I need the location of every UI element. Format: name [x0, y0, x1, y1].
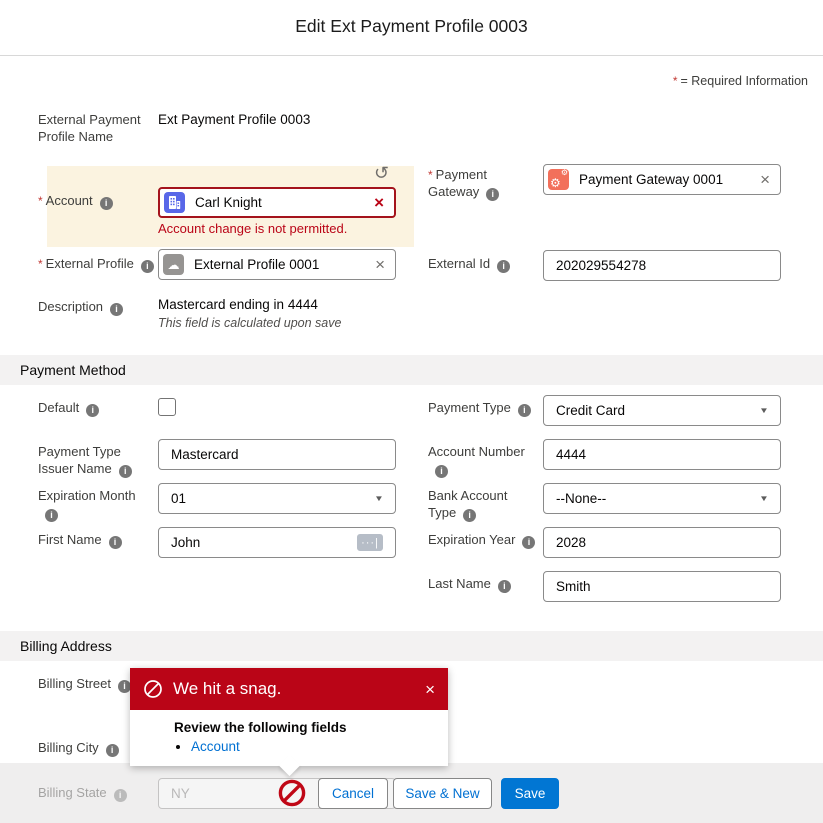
- header-divider: [0, 55, 823, 56]
- error-popover-title: We hit a snag.: [173, 679, 281, 699]
- expiration-month-select[interactable]: 01 ▼: [158, 483, 396, 514]
- undo-icon[interactable]: ↺: [374, 164, 389, 182]
- prohibited-icon: [143, 679, 163, 699]
- last-name-input[interactable]: Smith: [543, 571, 781, 602]
- info-icon[interactable]: i: [435, 465, 448, 478]
- default-label: Defaulti: [38, 400, 156, 417]
- bank-account-type-select[interactable]: --None-- ▼: [543, 483, 781, 514]
- external-profile-pill[interactable]: ☁ External Profile 0001 ×: [158, 249, 396, 280]
- description-label: Descriptioni: [38, 299, 156, 316]
- info-icon[interactable]: i: [486, 188, 499, 201]
- autofill-icon[interactable]: ···|: [357, 534, 383, 551]
- error-field-list: Account: [174, 739, 432, 754]
- edit-payment-profile-modal: Edit Ext Payment Profile 0003 *= Require…: [0, 0, 823, 823]
- issuer-name-input[interactable]: Mastercard: [158, 439, 396, 470]
- info-icon[interactable]: i: [106, 744, 119, 757]
- info-icon[interactable]: i: [497, 260, 510, 273]
- required-star: *: [673, 74, 678, 88]
- description-note: This field is calculated upon save: [158, 316, 341, 330]
- info-icon[interactable]: i: [109, 536, 122, 549]
- page-title: Edit Ext Payment Profile 0003: [0, 16, 823, 37]
- billing-state-label: Billing Statei: [38, 785, 156, 802]
- error-field-link[interactable]: Account: [191, 739, 240, 754]
- external-id-input[interactable]: 202029554278: [543, 250, 781, 281]
- info-icon[interactable]: i: [100, 197, 113, 210]
- section-payment-method: Payment Method: [0, 355, 823, 385]
- info-icon[interactable]: i: [86, 404, 99, 417]
- first-name-input[interactable]: John ···|: [158, 527, 396, 558]
- info-icon: i: [114, 789, 127, 802]
- chevron-down-icon: ▼: [759, 494, 769, 503]
- payment-type-select[interactable]: Credit Card ▼: [543, 395, 781, 426]
- not-allowed-cursor-icon: [277, 778, 307, 813]
- chevron-down-icon: ▼: [759, 406, 769, 415]
- info-icon[interactable]: i: [518, 404, 531, 417]
- external-profile-icon: ☁: [163, 254, 184, 275]
- payment-gateway-pill-label: Payment Gateway 0001: [579, 172, 760, 187]
- account-number-input[interactable]: 4444: [543, 439, 781, 470]
- account-label: *Accounti: [38, 193, 156, 210]
- name-label: External Payment Profile Name: [38, 112, 144, 146]
- payment-gateway-icon: ⚙ ⚙: [548, 169, 569, 190]
- info-icon[interactable]: i: [119, 465, 132, 478]
- account-pill[interactable]: Carl Knight ×: [158, 187, 396, 218]
- modal-footer: Billing Statei NY Cancel Save & New Save: [0, 763, 823, 823]
- required-star: *: [38, 257, 43, 271]
- first-name-label: First Namei: [38, 532, 156, 549]
- info-icon[interactable]: i: [522, 536, 535, 549]
- payment-type-label: Payment Typei: [428, 400, 540, 417]
- cancel-button[interactable]: Cancel: [318, 778, 388, 809]
- required-star: *: [428, 168, 433, 182]
- default-checkbox[interactable]: [158, 398, 176, 416]
- info-icon[interactable]: i: [498, 580, 511, 593]
- save-and-new-button[interactable]: Save & New: [393, 778, 492, 809]
- error-popover-body: Review the following fields Account: [130, 710, 448, 766]
- required-star: *: [38, 194, 43, 208]
- account-number-label: Account Numberi: [428, 444, 528, 478]
- payment-gateway-label: *Payment Gatewayi: [428, 167, 540, 201]
- account-icon: [164, 192, 185, 213]
- account-pill-label: Carl Knight: [195, 195, 374, 210]
- bank-account-type-label: Bank Account Typei: [428, 488, 534, 522]
- remove-icon[interactable]: ×: [374, 194, 384, 211]
- required-note: *= Required Information: [673, 74, 808, 88]
- external-id-label: External Idi: [428, 256, 540, 273]
- external-profile-label: *External Profilei: [38, 256, 168, 273]
- error-popover-heading: Review the following fields: [174, 720, 432, 735]
- remove-icon[interactable]: ×: [375, 256, 385, 273]
- description-value: Mastercard ending in 4444: [158, 297, 318, 312]
- remove-icon[interactable]: ×: [760, 171, 770, 188]
- expiration-month-label: Expiration Monthi: [38, 488, 138, 522]
- expiration-year-label: Expiration Yeari: [428, 532, 556, 549]
- last-name-label: Last Namei: [428, 576, 546, 593]
- external-profile-pill-label: External Profile 0001: [194, 257, 375, 272]
- close-icon[interactable]: ×: [425, 681, 435, 698]
- error-popover: We hit a snag. × Review the following fi…: [130, 668, 448, 766]
- section-billing-address: Billing Address: [0, 631, 823, 661]
- info-icon[interactable]: i: [110, 303, 123, 316]
- name-value: Ext Payment Profile 0003: [158, 112, 310, 127]
- info-icon[interactable]: i: [463, 509, 476, 522]
- chevron-down-icon: ▼: [374, 494, 384, 503]
- info-icon[interactable]: i: [45, 509, 58, 522]
- info-icon[interactable]: i: [141, 260, 154, 273]
- payment-gateway-pill[interactable]: ⚙ ⚙ Payment Gateway 0001 ×: [543, 164, 781, 195]
- account-error-message: Account change is not permitted.: [158, 221, 347, 236]
- expiration-year-input[interactable]: 2028: [543, 527, 781, 558]
- save-button[interactable]: Save: [501, 778, 559, 809]
- error-field-item: Account: [191, 739, 432, 754]
- error-popover-header: We hit a snag. ×: [130, 668, 448, 710]
- issuer-name-label: Payment Type Issuer Namei: [38, 444, 150, 478]
